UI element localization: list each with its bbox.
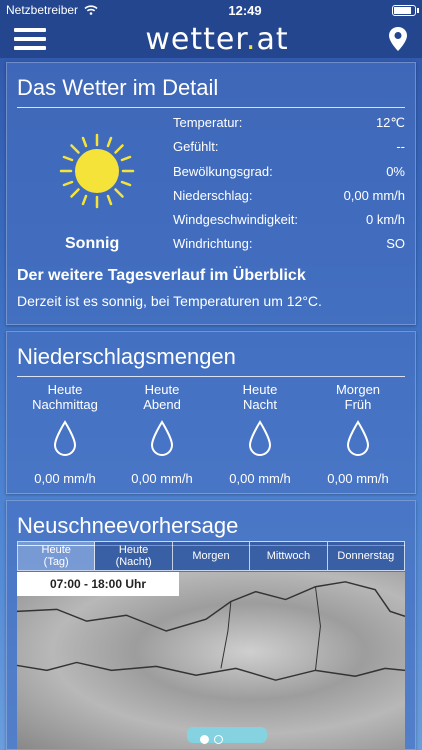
raindrop-icon — [150, 420, 174, 456]
precipitation-title: Niederschlagsmengen — [17, 332, 405, 377]
raindrop-icon — [248, 420, 272, 456]
detail-row-wind-speed: Windgeschwindigkeit: 0 km/h — [173, 212, 405, 227]
wifi-icon — [84, 5, 98, 15]
location-pin-icon[interactable] — [388, 26, 408, 52]
clock: 12:49 — [228, 2, 262, 18]
day-tabs: Heute (Tag) Heute (Nacht) Morgen Mittwoch … — [17, 541, 405, 571]
detail-row-feels-like: Gefühlt: -- — [173, 139, 405, 154]
map-borders — [17, 581, 405, 681]
precip-col-night: Heute Nacht 0,00 mm/h — [229, 382, 291, 486]
menu-icon[interactable] — [14, 28, 46, 50]
snow-forecast-card: Neuschneevorhersage Heute (Tag) Heute (Nac… — [6, 500, 416, 750]
detail-title: Das Wetter im Detail — [17, 63, 405, 108]
snow-map[interactable]: 07:00 - 18:00 Uhr — [17, 572, 405, 749]
app-logo: wetter.at — [145, 21, 289, 57]
nav-bar: wetter.at — [0, 20, 422, 58]
tab-today-day[interactable]: Heute (Tag) — [18, 542, 96, 570]
carrier-label: Netzbetreiber — [6, 3, 79, 17]
time-range-label: 07:00 - 18:00 Uhr — [17, 572, 179, 596]
detail-row-cloud-cover: Bewölkungsgrad: 0% — [173, 164, 405, 179]
detail-row-wind-direction: Windrichtung: SO — [173, 236, 405, 251]
precip-col-evening: Heute Abend 0,00 mm/h — [131, 382, 193, 486]
raindrop-icon — [346, 420, 370, 456]
battery-icon — [391, 4, 419, 16]
condition-label: Sonnig — [65, 235, 120, 252]
tab-today-night[interactable]: Heute (Nacht) — [95, 542, 173, 570]
page-indicator — [0, 735, 422, 744]
precip-col-morning: Morgen Früh 0,00 mm/h — [327, 382, 389, 486]
snow-forecast-title: Neuschneevorhersage — [17, 501, 405, 546]
sun-icon — [59, 133, 135, 209]
detail-row-temperature: Temperatur: 12℃ — [173, 115, 405, 130]
weather-detail-card: Das Wetter im Detail Sonnig Temperatur: 1… — [6, 62, 416, 325]
tab-thursday[interactable]: Donnerstag — [327, 542, 405, 570]
status-bar: Netzbetreiber 12:49 — [0, 0, 422, 20]
precip-col-afternoon: Heute Nachmittag 0,00 mm/h — [32, 382, 98, 486]
tab-wednesday[interactable]: Mittwoch — [250, 542, 328, 570]
day-overview-text: Derzeit ist es sonnig, bei Temperaturen … — [17, 293, 322, 309]
tab-tomorrow[interactable]: Morgen — [172, 542, 251, 570]
page-dot-active[interactable] — [199, 735, 209, 744]
detail-row-precipitation: Niederschlag: 0,00 mm/h — [173, 188, 405, 203]
day-overview-heading: Der weitere Tagesverlauf im Überblick — [17, 267, 306, 284]
page-dot[interactable] — [213, 735, 223, 744]
raindrop-icon — [53, 420, 77, 456]
precipitation-card: Niederschlagsmengen Heute Nachmittag 0,00… — [6, 331, 416, 494]
